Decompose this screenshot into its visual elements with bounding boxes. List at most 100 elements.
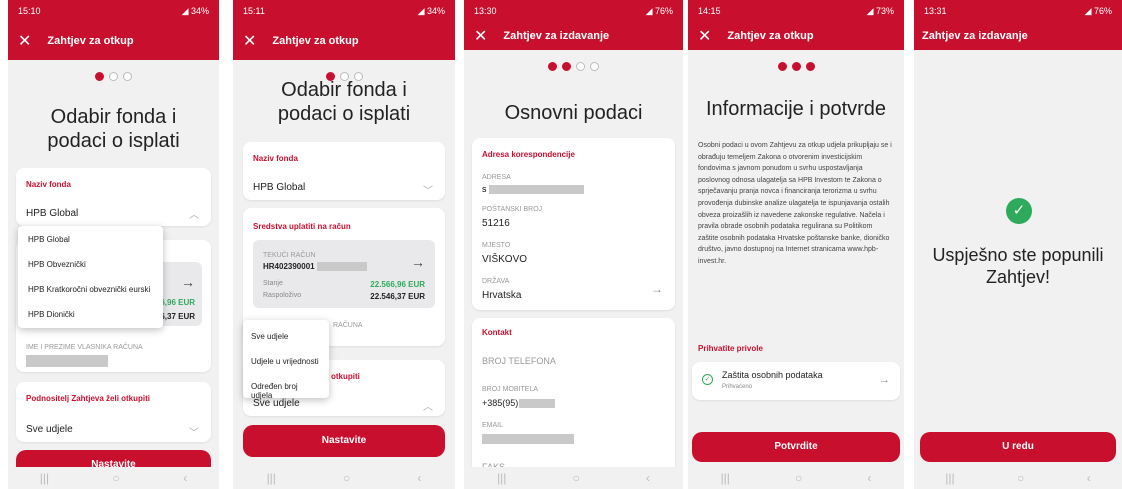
close-icon[interactable]: ✕ [474, 26, 487, 46]
menu-item[interactable]: Sve udjele [243, 332, 296, 341]
arrow-right-icon[interactable]: → [651, 282, 663, 296]
close-icon[interactable]: ✕ [243, 31, 256, 51]
country-field[interactable]: Hrvatska [482, 290, 521, 301]
screen-success: 13:31 ◢ 76% Zahtjev za izdavanje ✓ Uspješ… [914, 0, 1122, 489]
email-label: EMAIL [482, 422, 504, 429]
status-time: 15:10 [18, 6, 41, 16]
page-title: Odabir fonda i podaci o isplati [47, 106, 180, 152]
recents-icon[interactable]: ||| [497, 471, 506, 485]
close-icon[interactable]: ✕ [18, 31, 31, 51]
status-battery-value: 76% [1093, 5, 1112, 16]
step-dot [777, 62, 787, 71]
consent-item-label: Zaštita osobnih podataka [722, 370, 823, 380]
step-dot [123, 72, 132, 81]
menu-item[interactable]: HPB Kratkoročni obveznički eurski [18, 285, 160, 294]
back-icon[interactable]: ‹ [867, 471, 871, 485]
wish-select[interactable]: Sve udjele [26, 424, 73, 435]
step-dot [590, 62, 599, 71]
status-time: 13:31 [924, 6, 947, 16]
iban-value: HR402390001 [263, 262, 367, 272]
step-dot [95, 72, 104, 81]
continue-button[interactable]: Nastavite [243, 425, 445, 457]
city-label: MJESTO [482, 242, 511, 249]
postal-field[interactable]: 51216 [482, 218, 510, 229]
phone-field[interactable]: BROJ TELEFONA [482, 356, 556, 366]
recents-icon[interactable]: ||| [40, 471, 49, 485]
city-field[interactable]: VIŠKOVO [482, 254, 527, 265]
confirm-button[interactable]: Potvrdite [692, 432, 900, 462]
back-icon[interactable]: ‹ [183, 471, 187, 485]
mobile-field[interactable]: +385(95) [482, 398, 556, 409]
redacted-email[interactable] [482, 434, 574, 444]
back-icon[interactable]: ‹ [1087, 471, 1091, 485]
screen-information: 14:15 ◢ 73% ✕ Zahtjev za otkup Informacije… [688, 0, 904, 489]
available-value: 22.546,37 EUR [370, 292, 425, 301]
consent-item-status: Prihvaćeno [722, 384, 753, 390]
arrow-right-icon[interactable]: → [181, 274, 195, 290]
status-battery-value: 73% [875, 5, 894, 16]
recents-icon[interactable]: ||| [721, 471, 730, 485]
menu-item[interactable]: Udjele u vrijednosti [243, 357, 327, 366]
consent-item[interactable]: ✓ Zaštita osobnih podataka Prihvaćeno → [692, 362, 900, 400]
back-icon[interactable]: ‹ [646, 471, 650, 485]
status-battery: ◢ 34% [417, 5, 445, 16]
contact-title: Kontakt [482, 328, 512, 337]
chevron-up-icon: ︿ [423, 402, 433, 413]
menu-item[interactable]: HPB Obveznički [18, 260, 96, 269]
app-bar: ✕ Zahtjev za otkup [8, 22, 219, 60]
address-field[interactable]: s [482, 184, 584, 195]
android-nav-bar: ||| ○ ‹ [233, 467, 455, 489]
status-battery: ◢ 76% [1084, 5, 1112, 16]
status-bar: 13:30 ◢ 76% [464, 0, 683, 22]
app-bar-title: Zahtjev za otkup [727, 30, 814, 42]
menu-item[interactable]: HPB Global [18, 235, 80, 244]
back-icon[interactable]: ‹ [417, 471, 421, 485]
step-indicator [464, 62, 683, 71]
page-title: Osnovni podaci [504, 102, 643, 124]
success-check-icon: ✓ [1006, 198, 1032, 224]
fund-select[interactable]: HPB Global [26, 208, 78, 219]
page-title: Informacije i potvrde [705, 98, 887, 120]
menu-item[interactable]: HPB Dionički [18, 310, 85, 319]
step-dot [805, 62, 815, 71]
fund-label: Naziv fonda [253, 154, 298, 163]
account-box[interactable]: TEKUĆI RAČUN HR402390001 → Stanje 22.566… [253, 240, 435, 308]
status-battery-value: 34% [190, 5, 209, 16]
fund-dropdown-menu: HPB Global HPB Obveznički HPB Kratkoročn… [18, 226, 163, 328]
chevron-up-icon: ︿ [189, 210, 199, 221]
home-icon[interactable]: ○ [573, 471, 580, 485]
wish-card: Podnositelj Zahtjeva želi otkupiti Sve u… [16, 382, 211, 442]
page-title: Odabir fonda i podaci o isplati [277, 79, 411, 125]
screen-fund-selection: 15:10 ◢ 34% ✕ Zahtjev za otkup Odabir fond… [8, 0, 219, 489]
app-bar-title: Zahtjev za izdavanje [503, 30, 610, 42]
account-name-label: RAČUNA [333, 322, 363, 329]
balance-label: Stanje [263, 280, 283, 287]
close-icon[interactable]: ✕ [698, 26, 711, 46]
success-message: Uspješno ste popunili Zahtjev! [932, 245, 1104, 287]
available-label: Raspoloživo [263, 292, 302, 299]
home-icon[interactable]: ○ [343, 471, 350, 485]
postal-label: POŠTANSKI BROJ [482, 206, 543, 213]
home-icon[interactable]: ○ [1017, 471, 1024, 485]
home-icon[interactable]: ○ [795, 471, 802, 485]
ok-button[interactable]: U redu [920, 432, 1116, 462]
app-bar-title: Zahtjev za izdavanje [922, 30, 1028, 42]
redacted-address [488, 185, 584, 195]
iban-text: HR402390001 [263, 262, 315, 271]
consent-text: Osobni podaci u ovom Zahtjevu za otkup u… [698, 142, 892, 265]
app-bar: Zahtjev za izdavanje [914, 22, 1122, 50]
home-icon[interactable]: ○ [113, 471, 120, 485]
fund-select[interactable]: HPB Global [253, 182, 305, 193]
step-indicator [688, 62, 904, 71]
status-time: 15:11 [243, 6, 265, 16]
redacted-iban [316, 262, 367, 272]
recents-icon[interactable]: ||| [267, 471, 276, 485]
arrow-right-icon: → [411, 254, 425, 270]
fund-label: Naziv fonda [26, 180, 71, 189]
country-label: DRŽAVA [482, 278, 510, 285]
menu-item[interactable]: Određen broj udjela [243, 382, 329, 400]
android-nav-bar: ||| ○ ‹ [688, 467, 904, 489]
check-circle-icon: ✓ [702, 374, 713, 385]
wish-label: Podnositelj Zahtjeva želi otkupiti [26, 394, 151, 403]
recents-icon[interactable]: ||| [945, 471, 954, 485]
